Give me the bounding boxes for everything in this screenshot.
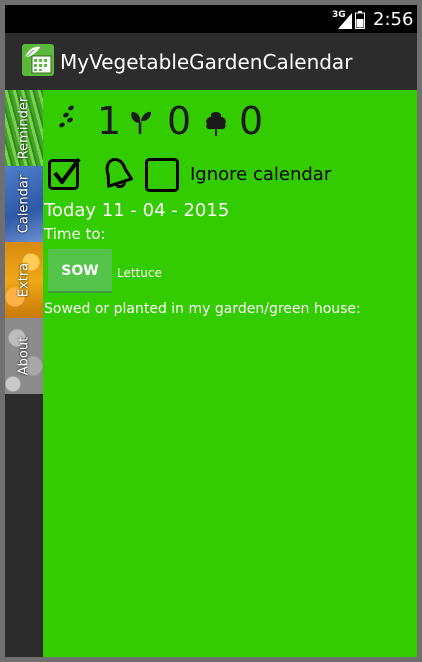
today-date: Today 11 - 04 - 2015 [44,200,230,221]
ignore-calendar-label: Ignore calendar [190,164,332,185]
reminder-panel: 1 0 0 Ignore calendar Today 11 - 04 - 20… [43,90,417,657]
device-frame: 3G 2:56 MyVegetableGardenCalendar Remind… [5,5,417,657]
tab-about[interactable]: About [5,318,43,394]
clock: 2:56 [373,9,414,30]
tab-calendar-label: Calendar [16,174,32,234]
ignore-calendar-checkbox[interactable] [145,158,179,192]
vertical-tab-bar: Reminder Calendar Extra About [5,90,43,657]
tab-extra[interactable]: Extra [5,242,43,318]
seeds-icon [59,105,74,128]
tab-reminder-label: Reminder [16,96,32,160]
seeds-count: 1 [97,99,122,143]
action-bar: MyVegetableGardenCalendar [5,33,417,90]
counters-row: 1 0 0 [43,90,417,143]
seedling-icon [131,111,151,134]
sowed-planted-heading: Sowed or planted in my garden/green hous… [44,301,361,317]
seedlings-count: 0 [167,99,192,143]
content-area: Reminder Calendar Extra About 1 0 0 Igno… [5,90,417,657]
signal-icon [338,13,352,29]
tab-reminder[interactable]: Reminder [5,90,43,166]
tab-calendar[interactable]: Calendar [5,166,43,242]
tab-extra-label: Extra [16,262,32,298]
app-logo-icon[interactable] [22,44,54,76]
bell-icon[interactable] [100,156,134,190]
sow-button[interactable]: SOW [48,249,112,293]
battery-icon [355,11,365,29]
trees-count: 0 [239,99,264,143]
reminder-checkbox[interactable] [48,156,82,190]
status-bar: 3G 2:56 [5,5,417,33]
options-row: Ignore calendar [43,152,417,196]
tree-icon [206,112,226,136]
time-to-label: Time to: [44,225,106,243]
task-crop-label: Lettuce [117,266,162,280]
app-title: MyVegetableGardenCalendar [60,50,353,74]
tab-about-label: About [16,336,32,376]
